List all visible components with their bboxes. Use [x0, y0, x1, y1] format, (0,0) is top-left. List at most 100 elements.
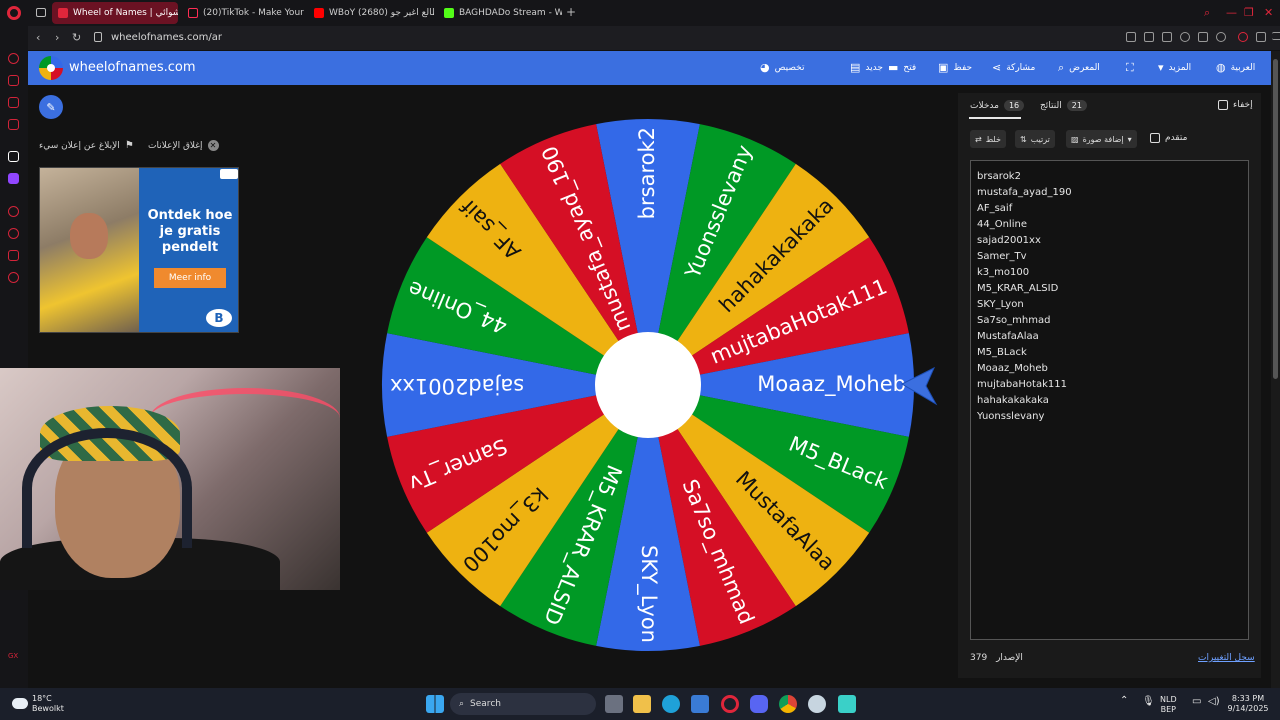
- tab-wheel-of-names[interactable]: Wheel of Names | عشوائي: [52, 2, 178, 24]
- changelog-link[interactable]: سجل التغييرات: [1198, 653, 1255, 663]
- edge-icon[interactable]: [662, 695, 680, 713]
- tab-tiktok[interactable]: (20)TikTok - Make Your D: [182, 2, 304, 24]
- hide-toggle[interactable]: إخفاء: [1218, 100, 1253, 110]
- bookmark-icon[interactable]: [1126, 32, 1136, 42]
- tab-entries[interactable]: مدخلات 16: [970, 100, 1025, 111]
- steam-icon[interactable]: [808, 695, 826, 713]
- entry-line[interactable]: mustafa_ayad_190: [977, 185, 1242, 201]
- sort-button[interactable]: ⇅ ترتيب: [1015, 130, 1055, 148]
- edit-button[interactable]: ✎: [39, 95, 63, 119]
- entries-textarea[interactable]: brsarok2 mustafa_ayad_190 AF_saif 44_Online…: [970, 160, 1249, 640]
- settings-icon[interactable]: [8, 272, 19, 283]
- hide-checkbox[interactable]: [1218, 100, 1228, 110]
- taskbar-search[interactable]: ⌕ Search: [450, 693, 596, 715]
- new-tab-icon[interactable]: +: [566, 5, 576, 19]
- fullscreen-button[interactable]: ⛶: [1126, 61, 1134, 75]
- forward-icon[interactable]: ›: [55, 31, 59, 44]
- player-icon[interactable]: [1198, 32, 1208, 42]
- maximize-icon[interactable]: ❐: [1244, 6, 1254, 19]
- url-field[interactable]: wheelofnames.com/ar: [111, 32, 222, 43]
- shopping-icon[interactable]: [8, 75, 19, 86]
- windows-start-icon[interactable]: [426, 695, 444, 713]
- adblock-icon[interactable]: [1162, 32, 1172, 42]
- advanced-checkbox[interactable]: [1150, 133, 1160, 143]
- close-icon[interactable]: ✕: [1264, 6, 1273, 19]
- minimize-icon[interactable]: —: [1226, 6, 1237, 19]
- advanced-toggle[interactable]: متقدم: [1150, 133, 1187, 143]
- spin-wheel[interactable]: brsarok2 YuonsslevanyhahakakakakamujtabaH…: [380, 117, 916, 653]
- back-icon[interactable]: ‹: [36, 31, 40, 44]
- entry-line[interactable]: k3_mo100: [977, 265, 1242, 281]
- scrollbar-thumb[interactable]: [1273, 59, 1278, 379]
- entry-line[interactable]: MustafaAlaa: [977, 329, 1242, 345]
- opera-gx-icon[interactable]: [721, 695, 739, 713]
- discord-icon[interactable]: [750, 695, 768, 713]
- nav-new[interactable]: ▤ جديد: [850, 61, 883, 74]
- wheel-app-icon[interactable]: [838, 695, 856, 713]
- store-icon[interactable]: [691, 695, 709, 713]
- opera-logo-icon[interactable]: [7, 6, 21, 20]
- entry-line[interactable]: mujtabaHotak111: [977, 377, 1242, 393]
- entry-line[interactable]: brsarok2: [977, 169, 1242, 185]
- nav-gallery[interactable]: ⌕ المعرض: [1058, 61, 1100, 75]
- volume-icon[interactable]: ◁): [1208, 697, 1220, 707]
- chrome-icon[interactable]: [779, 695, 797, 713]
- vpn-icon[interactable]: [1180, 32, 1190, 42]
- twitch-icon[interactable]: [8, 173, 19, 184]
- nav-share[interactable]: ⋖ مشاركة: [992, 61, 1035, 74]
- nav-more[interactable]: ▾ المزيد: [1158, 61, 1191, 74]
- shuffle-button[interactable]: ⇄ خلط: [970, 130, 1006, 148]
- heart-icon[interactable]: [1216, 32, 1226, 42]
- entry-line[interactable]: M5_KRAR_ALSID: [977, 281, 1242, 297]
- entry-line[interactable]: sajad2001xx: [977, 233, 1242, 249]
- account-icon[interactable]: [1238, 32, 1248, 42]
- entry-line[interactable]: Yuonsslevany: [977, 409, 1242, 425]
- report-ad-link[interactable]: الإبلاغ عن إعلان سيء ⚑: [39, 140, 134, 151]
- sidebar-app-icon[interactable]: [8, 151, 19, 162]
- entry-line[interactable]: AF_saif: [977, 201, 1242, 217]
- snapshot-icon[interactable]: [1144, 32, 1154, 42]
- player-sidebar-icon[interactable]: [8, 206, 19, 217]
- tab-youtube[interactable]: WBoY طالع اغير جو (2680): [308, 2, 434, 24]
- wheel-center[interactable]: [595, 332, 701, 438]
- clock[interactable]: 8:33 PM 9/14/2025: [1226, 694, 1270, 714]
- tab-results[interactable]: النتائج 21: [1040, 100, 1087, 111]
- ad-info-icon[interactable]: [220, 169, 238, 179]
- weather-icon[interactable]: [12, 698, 28, 709]
- entry-line[interactable]: M5_BLack: [977, 345, 1242, 361]
- entry-line[interactable]: Samer_Tv: [977, 249, 1242, 265]
- music-icon[interactable]: [8, 119, 19, 130]
- entry-line[interactable]: Sa7so_mhmad: [977, 313, 1242, 329]
- search-tabs-icon[interactable]: ⌕: [1204, 6, 1210, 20]
- ad-cta-button[interactable]: Meer info: [154, 268, 226, 288]
- tab-kick[interactable]: BAGHDADo Stream - Wat: [438, 2, 562, 24]
- nav-customize[interactable]: ◕ تخصيص: [760, 61, 804, 74]
- aria-icon[interactable]: [8, 53, 19, 64]
- show-hidden-icons[interactable]: ⌃: [1120, 696, 1128, 706]
- close-ads-link[interactable]: إغلاق الإعلانات ✕: [148, 140, 219, 151]
- task-view-icon[interactable]: [605, 695, 623, 713]
- add-image-button[interactable]: ▨ إضافة صورة ▾: [1066, 130, 1137, 148]
- extensions-icon[interactable]: [8, 250, 19, 261]
- nav-language[interactable]: ◍ العربية: [1216, 61, 1255, 74]
- advertisement[interactable]: Ontdek hoe je gratis pendelt Meer info B: [39, 167, 239, 333]
- entry-line[interactable]: hahakakakaka: [977, 393, 1242, 409]
- history-icon[interactable]: [8, 228, 19, 239]
- microphone-icon[interactable]: 🎙: [1142, 697, 1155, 707]
- download-icon[interactable]: [1256, 32, 1266, 42]
- entry-line[interactable]: 44_Online: [977, 217, 1242, 233]
- nav-save[interactable]: ▣ حفظ: [938, 61, 972, 74]
- entry-line[interactable]: SKY_Lyon: [977, 297, 1242, 313]
- reload-icon[interactable]: ↻: [72, 31, 81, 44]
- nav-open[interactable]: ▬ فتح: [888, 61, 916, 74]
- menu-icon[interactable]: [1272, 32, 1280, 40]
- workspaces-icon[interactable]: [36, 8, 46, 17]
- messenger-icon[interactable]: [8, 97, 19, 108]
- weather-widget[interactable]: 18°C Bewolkt: [32, 694, 64, 714]
- network-icon[interactable]: ▭: [1192, 697, 1201, 707]
- language-indicator[interactable]: NLD BEP: [1160, 695, 1177, 715]
- file-explorer-icon[interactable]: [633, 695, 651, 713]
- site-title[interactable]: wheelofnames.com: [69, 60, 196, 75]
- page-scrollbar[interactable]: [1271, 51, 1280, 688]
- site-logo-icon[interactable]: [39, 56, 63, 80]
